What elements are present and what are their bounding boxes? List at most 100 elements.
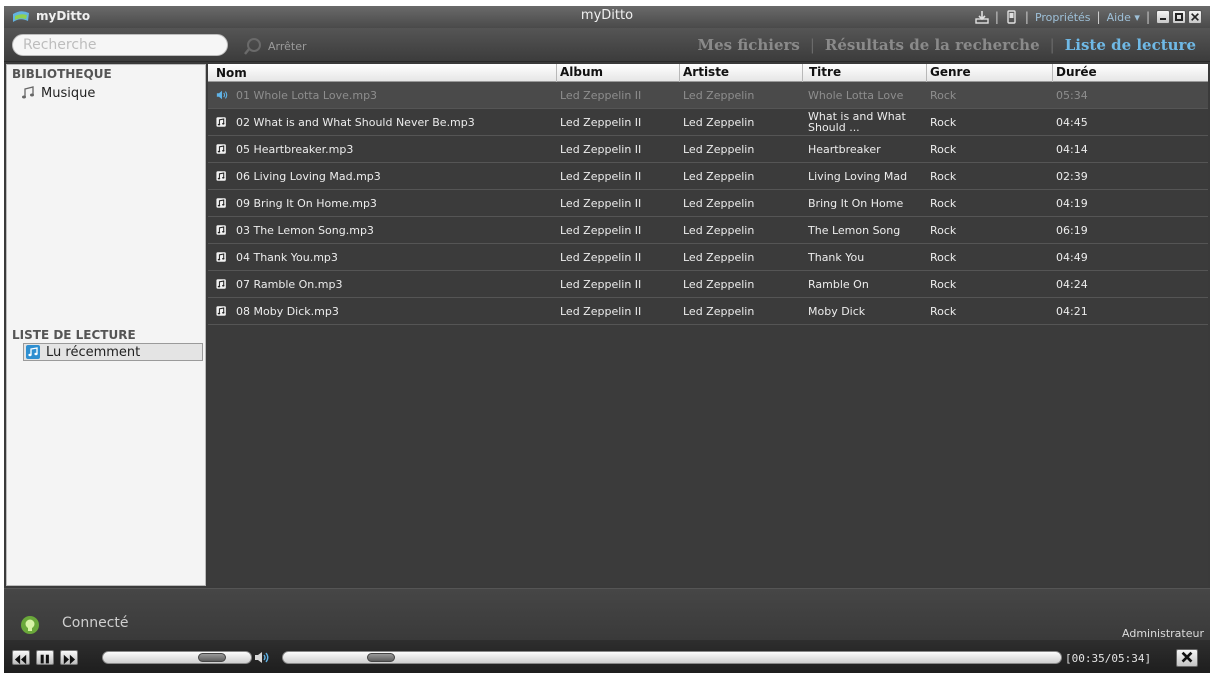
title-separator: | bbox=[1145, 10, 1150, 24]
audio-file-icon bbox=[216, 225, 226, 235]
column-header-name[interactable]: Nom bbox=[208, 64, 556, 82]
seek-slider-handle[interactable] bbox=[367, 653, 396, 662]
cell-artist: Led Zeppelin bbox=[683, 277, 755, 291]
sidebar-item-recently-played[interactable]: Lu récemment bbox=[23, 343, 203, 361]
stop-search-button[interactable]: Arrêter bbox=[244, 37, 307, 55]
cell-name: 07 Ramble On.mp3 bbox=[208, 278, 556, 291]
minimize-button[interactable] bbox=[1156, 10, 1170, 24]
cell-genre: Rock bbox=[930, 196, 957, 210]
tab-search-results[interactable]: Résultats de la recherche bbox=[825, 36, 1040, 54]
cell-artist: Led Zeppelin bbox=[683, 169, 755, 183]
cell-title: What is and What Should ... bbox=[808, 111, 906, 133]
cell-duration: 06:19 bbox=[1056, 223, 1088, 237]
cell-title: Ramble On bbox=[808, 278, 869, 290]
cell-album: Led Zeppelin II bbox=[560, 196, 642, 210]
cell-name: 05 Heartbreaker.mp3 bbox=[208, 143, 556, 156]
cell-name-text: 07 Ramble On.mp3 bbox=[236, 277, 343, 291]
properties-link[interactable]: Propriétés bbox=[1035, 11, 1091, 24]
cell-name-text: 08 Moby Dick.mp3 bbox=[236, 304, 339, 318]
close-player-button[interactable] bbox=[1176, 649, 1198, 667]
nav-tabs: Mes fichiers | Résultats de la recherche… bbox=[698, 36, 1197, 54]
volume-slider-handle[interactable] bbox=[197, 653, 226, 662]
library-header: BIBLIOTHEQUE bbox=[12, 67, 112, 81]
stop-search-label: Arrêter bbox=[268, 39, 307, 53]
table-row[interactable]: 07 Ramble On.mp3 Led Zeppelin II Led Zeppe… bbox=[208, 271, 1208, 298]
tab-separator: | bbox=[1049, 36, 1055, 54]
music-note-icon bbox=[26, 345, 40, 359]
playback-time: [00:35/05:34] bbox=[1065, 652, 1152, 665]
table-row[interactable]: 01 Whole Lotta Love.mp3 Led Zeppelin II Le… bbox=[208, 82, 1208, 109]
seek-slider[interactable] bbox=[282, 651, 1062, 664]
tab-playlist[interactable]: Liste de lecture bbox=[1065, 36, 1196, 54]
sidebar-item-music[interactable]: Musique bbox=[21, 84, 95, 102]
title-separator: | bbox=[1024, 10, 1029, 24]
column-header-artist[interactable]: Artiste bbox=[679, 64, 802, 82]
cell-genre: Rock bbox=[930, 115, 957, 129]
help-menu[interactable]: Aide ▾ bbox=[1107, 11, 1140, 24]
cell-artist: Led Zeppelin bbox=[683, 88, 755, 102]
cell-artist: Led Zeppelin bbox=[683, 196, 755, 210]
maximize-button[interactable] bbox=[1172, 10, 1186, 24]
previous-button[interactable] bbox=[12, 650, 30, 665]
device-icon[interactable] bbox=[1005, 10, 1019, 24]
pause-icon bbox=[40, 654, 49, 664]
table-row[interactable]: 09 Bring It On Home.mp3 Led Zeppelin II Le… bbox=[208, 190, 1208, 217]
cell-album: Led Zeppelin II bbox=[560, 277, 642, 291]
close-button[interactable] bbox=[1188, 10, 1202, 24]
column-header-duration[interactable]: Durée bbox=[1052, 64, 1208, 82]
cell-title: Living Loving Mad bbox=[808, 170, 908, 182]
column-header-album[interactable]: Album bbox=[556, 64, 679, 82]
cell-artist: Led Zeppelin bbox=[683, 304, 755, 318]
search-bar: Arrêter Mes fichiers | Résultats de la r… bbox=[4, 28, 1210, 62]
column-header-genre[interactable]: Genre bbox=[926, 64, 1052, 82]
next-button[interactable] bbox=[60, 650, 78, 665]
cell-artist: Led Zeppelin bbox=[683, 250, 755, 264]
table-row[interactable]: 02 What is and What Should Never Be.mp3 L… bbox=[208, 109, 1208, 136]
cell-genre: Rock bbox=[930, 169, 957, 183]
music-note-icon bbox=[22, 86, 34, 99]
search-input[interactable] bbox=[12, 34, 228, 56]
cell-album: Led Zeppelin II bbox=[560, 88, 642, 102]
audio-file-icon bbox=[216, 117, 226, 127]
cell-artist: Led Zeppelin bbox=[683, 115, 755, 129]
help-menu-label: Aide bbox=[1106, 10, 1131, 24]
speaker-icon[interactable] bbox=[254, 651, 270, 664]
cell-duration: 02:39 bbox=[1056, 169, 1088, 183]
cell-name-text: 09 Bring It On Home.mp3 bbox=[236, 196, 377, 210]
sidebar-item-label: Lu récemment bbox=[46, 344, 141, 360]
user-name: Administrateur bbox=[1122, 627, 1204, 640]
cell-name: 02 What is and What Should Never Be.mp3 bbox=[208, 116, 556, 129]
cell-duration: 04:21 bbox=[1056, 304, 1088, 318]
sidebar-item-label: Musique bbox=[41, 85, 96, 101]
close-icon bbox=[1181, 651, 1193, 663]
cell-title: Whole Lotta Love bbox=[808, 89, 904, 101]
cell-album: Led Zeppelin II bbox=[560, 142, 642, 156]
rewind-icon bbox=[14, 654, 27, 665]
table-row[interactable]: 04 Thank You.mp3 Led Zeppelin II Led Zeppe… bbox=[208, 244, 1208, 271]
cell-name-text: 03 The Lemon Song.mp3 bbox=[236, 223, 374, 237]
tab-separator: | bbox=[809, 36, 815, 54]
title-bar: myDitto myDitto | | Propriétés | Aide ▾ … bbox=[4, 6, 1210, 28]
connection-status: Connecté bbox=[62, 615, 129, 631]
tab-my-files[interactable]: Mes fichiers bbox=[698, 36, 800, 54]
title-separator: | bbox=[994, 10, 999, 24]
column-header-title[interactable]: Titre bbox=[802, 64, 926, 82]
table-row[interactable]: 08 Moby Dick.mp3 Led Zeppelin II Led Zeppe… bbox=[208, 298, 1208, 325]
cell-duration: 04:19 bbox=[1056, 196, 1088, 210]
cell-name: 04 Thank You.mp3 bbox=[208, 251, 556, 264]
pause-button[interactable] bbox=[36, 650, 54, 665]
table-body: 01 Whole Lotta Love.mp3 Led Zeppelin II Le… bbox=[208, 82, 1208, 325]
cell-artist: Led Zeppelin bbox=[683, 223, 755, 237]
cell-duration: 04:49 bbox=[1056, 250, 1088, 264]
cell-album: Led Zeppelin II bbox=[560, 115, 642, 129]
volume-slider[interactable] bbox=[102, 651, 252, 664]
table-row[interactable]: 06 Living Loving Mad.mp3 Led Zeppelin II L… bbox=[208, 163, 1208, 190]
cell-duration: 04:45 bbox=[1056, 115, 1088, 129]
table-row[interactable]: 05 Heartbreaker.mp3 Led Zeppelin II Led Ze… bbox=[208, 136, 1208, 163]
table-row[interactable]: 03 The Lemon Song.mp3 Led Zeppelin II Led … bbox=[208, 217, 1208, 244]
cell-name-text: 04 Thank You.mp3 bbox=[236, 250, 338, 264]
cell-album: Led Zeppelin II bbox=[560, 250, 642, 264]
download-icon[interactable] bbox=[975, 10, 989, 24]
audio-file-icon bbox=[216, 198, 226, 208]
speaker-icon bbox=[216, 90, 228, 100]
